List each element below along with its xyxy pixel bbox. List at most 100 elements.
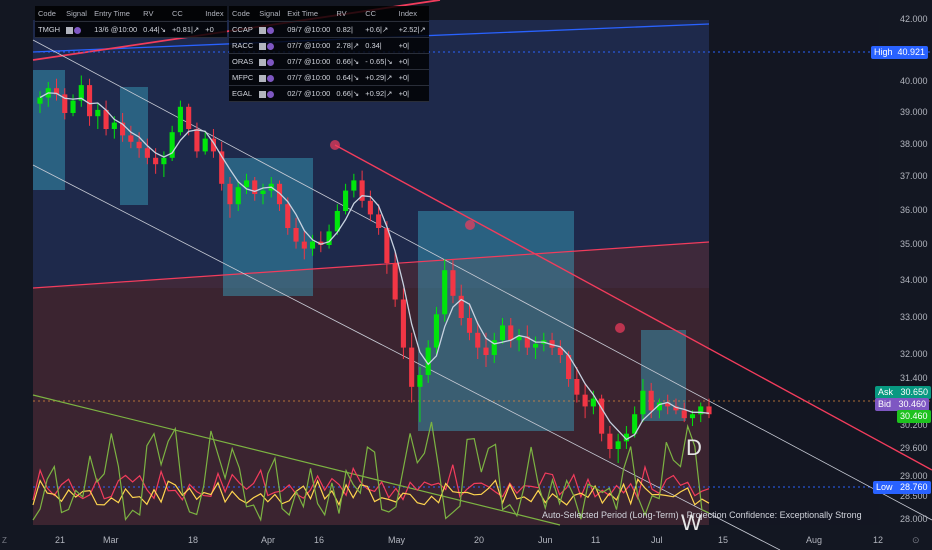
y-tick: 39.000 bbox=[900, 107, 928, 117]
candle-body bbox=[351, 180, 357, 191]
candle-body bbox=[37, 97, 43, 104]
candle-body bbox=[301, 241, 307, 249]
x-tick: Jun bbox=[538, 535, 553, 545]
signal-dot-icon bbox=[267, 58, 275, 66]
candle-body bbox=[70, 100, 76, 113]
lower-zone bbox=[33, 242, 709, 525]
candle-body bbox=[607, 433, 613, 449]
candle-body bbox=[508, 325, 514, 341]
x-tick: 18 bbox=[188, 535, 199, 545]
candle-body bbox=[615, 441, 621, 449]
candle-body bbox=[227, 183, 233, 205]
x-tick: Jul bbox=[651, 535, 663, 545]
y-tick: 29.600 bbox=[900, 443, 928, 453]
candle-body bbox=[194, 129, 200, 152]
candle-body bbox=[367, 200, 373, 215]
zone-box-4 bbox=[641, 330, 686, 421]
table-cell: 0.44|↘ bbox=[140, 21, 170, 38]
x-tick: Aug bbox=[806, 535, 823, 545]
candle-body bbox=[343, 190, 349, 211]
table-cell: +2.52|↗ bbox=[395, 21, 429, 38]
candle-body bbox=[400, 299, 406, 348]
high-label: High 40.921 bbox=[871, 46, 929, 59]
y-tick: 42.000 bbox=[900, 14, 928, 24]
candle-body bbox=[475, 332, 481, 348]
candle-body bbox=[136, 141, 142, 149]
table-cell: 0.66|↘ bbox=[333, 53, 363, 70]
candle-body bbox=[648, 390, 654, 411]
x-tick: 11 bbox=[591, 535, 601, 545]
header-cell: RV bbox=[333, 6, 363, 22]
candle-body bbox=[128, 135, 134, 142]
pivot-dot-1 bbox=[465, 220, 475, 230]
x-tick: 15 bbox=[718, 535, 729, 545]
table-cell: 07/7 @10:00 bbox=[284, 53, 334, 70]
header-cell: CC bbox=[362, 6, 396, 22]
candle-body bbox=[681, 410, 687, 419]
table-cell: EGAL bbox=[229, 85, 257, 102]
y-tick: 35.000 bbox=[900, 239, 928, 249]
candle-body bbox=[450, 270, 456, 296]
header-cell: Signal bbox=[256, 6, 285, 22]
status-text: Auto-Selected Period (Long-Term) · Proje… bbox=[542, 510, 862, 520]
candle-body bbox=[574, 379, 580, 395]
table-cell: +0| bbox=[395, 85, 429, 102]
candle-body bbox=[235, 187, 241, 205]
candle-body bbox=[689, 414, 696, 419]
table-cell: +0.29|↗ bbox=[362, 69, 396, 86]
signal-icon bbox=[259, 58, 267, 66]
candle-body bbox=[309, 241, 316, 249]
x-tick: Apr bbox=[261, 535, 276, 545]
x-tick: 16 bbox=[314, 535, 325, 545]
candle-body bbox=[640, 390, 646, 415]
candle-body bbox=[202, 138, 208, 152]
zone-box-1 bbox=[120, 87, 148, 205]
signal-dot-icon bbox=[267, 74, 275, 82]
table-cell: 09/7 @10:00 bbox=[284, 21, 334, 38]
pattern-label-d: D bbox=[686, 435, 702, 460]
header-cell: Exit Time bbox=[284, 6, 334, 22]
table-cell: RACC bbox=[229, 37, 257, 54]
low-label: Low 28.760 bbox=[873, 481, 931, 494]
y-tick: 33.000 bbox=[900, 312, 928, 322]
x-tick: Mar bbox=[103, 535, 119, 545]
table-row: CCAP 09/7 @10:00 0.82| +0.6|↗ +2.52|↗ bbox=[229, 21, 429, 38]
header-cell: RV bbox=[140, 6, 170, 22]
header-cell: Code bbox=[35, 6, 64, 22]
candle-body bbox=[326, 231, 332, 245]
header-cell: Index bbox=[395, 6, 429, 22]
y-tick: 32.000 bbox=[900, 349, 928, 359]
candle-body bbox=[95, 109, 101, 117]
table-cell: 0.34| bbox=[362, 37, 396, 54]
table-cell bbox=[256, 37, 285, 54]
table-cell bbox=[256, 21, 285, 38]
table-row: TMGH 13/6 @10:00 0.44|↘ +0.81|↗ +0 bbox=[35, 21, 227, 38]
table-header: Code Signal Entry Time RV CC Index bbox=[35, 6, 227, 22]
signal-icon bbox=[259, 74, 267, 82]
table-row: MFPC 07/7 @10:00 0.64|↘ +0.29|↗ +0| bbox=[229, 69, 429, 86]
header-cell: CC bbox=[169, 6, 203, 22]
pivot-dot-2 bbox=[615, 323, 625, 333]
candle-body bbox=[417, 375, 423, 387]
candle-body bbox=[532, 343, 539, 348]
y-tick: 31.400 bbox=[900, 373, 928, 383]
candle-body bbox=[111, 122, 117, 129]
candle-body bbox=[293, 228, 299, 242]
exit-table: Code Signal Exit Time RV CC Index CCAP 09/7 @10… bbox=[229, 6, 429, 102]
candle-body bbox=[86, 85, 93, 117]
x-tick: 12 bbox=[873, 535, 884, 545]
table-header: Code Signal Exit Time RV CC Index bbox=[229, 6, 429, 22]
y-tick: 28.000 bbox=[900, 514, 928, 524]
candle-body bbox=[260, 190, 266, 194]
table-cell bbox=[256, 85, 285, 102]
candle-body bbox=[177, 106, 183, 133]
timezone-icon: ⊙ bbox=[912, 535, 920, 545]
candle-body bbox=[392, 263, 398, 300]
price-chart[interactable] bbox=[0, 0, 932, 550]
table-cell: +0.6|↗ bbox=[362, 21, 396, 38]
table-cell: 07/7 @10:00 bbox=[284, 69, 334, 86]
table-cell: 13/6 @10:00 bbox=[91, 21, 141, 38]
table-cell: 2.78|↗ bbox=[333, 37, 363, 54]
signal-icon bbox=[259, 42, 267, 50]
table-row: EGAL 02/7 @10:00 0.66|↘ +0.92|↗ +0| bbox=[229, 85, 429, 102]
